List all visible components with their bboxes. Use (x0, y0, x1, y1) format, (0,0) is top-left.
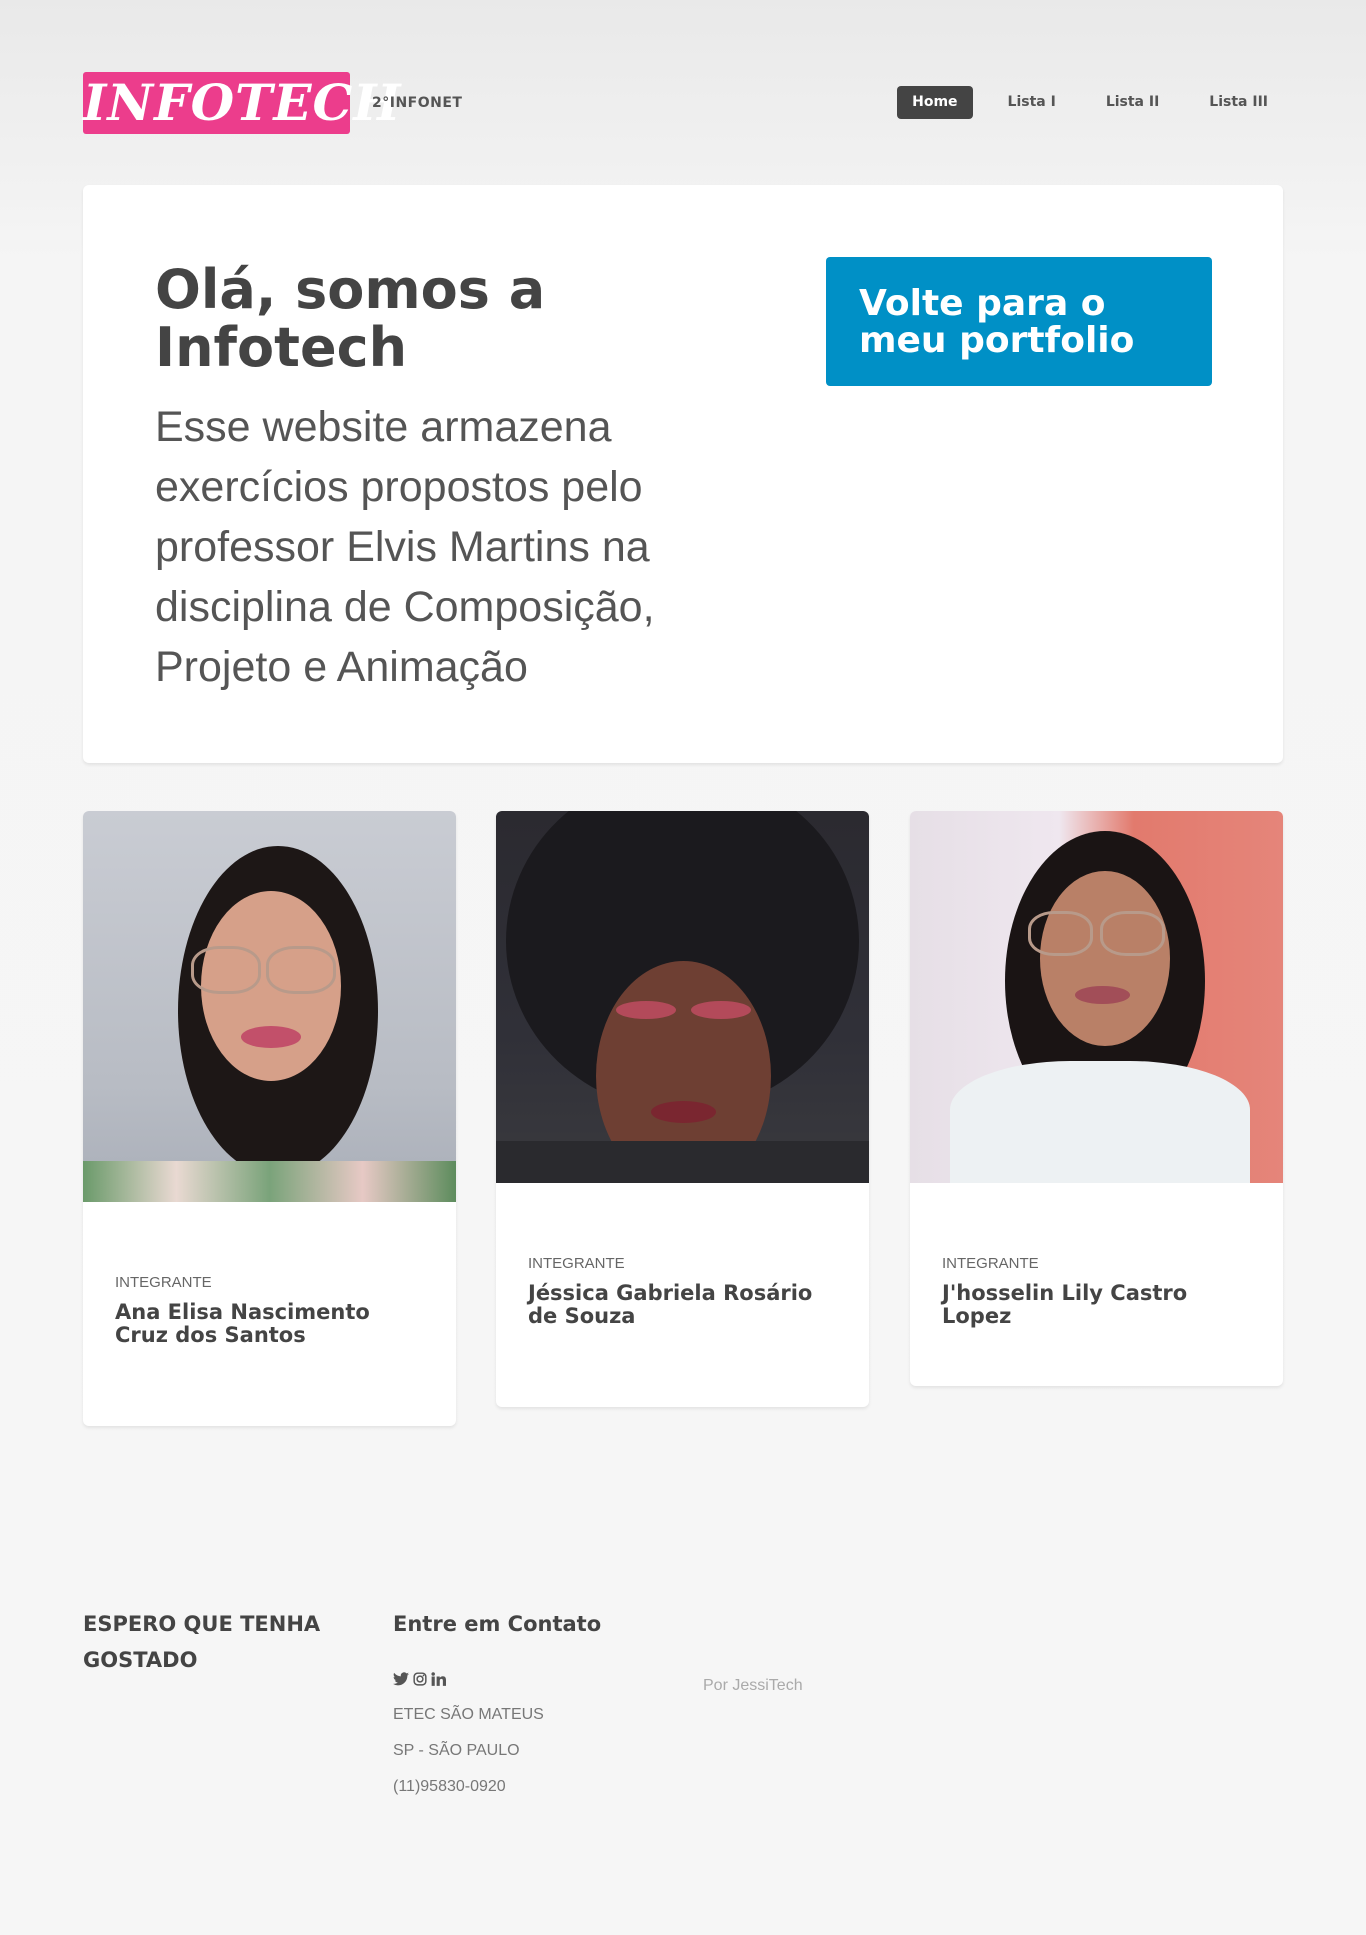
city-name: SP - SÃO PAULO (393, 1742, 520, 1759)
main-nav: Home Lista I Lista II Lista III (897, 86, 1283, 119)
credit-text: Por JessiTech (703, 1677, 803, 1694)
member-name: J'hosselin Lily Castro Lopez (942, 1281, 1188, 1328)
hero-panel: Olá, somos a Infotech Esse website armaz… (83, 185, 1283, 763)
member-photo (910, 811, 1283, 1183)
instagram-icon[interactable] (413, 1672, 427, 1690)
member-name: Jéssica Gabriela Rosário de Souza (528, 1281, 813, 1328)
contact-title: Entre em Contato (393, 1612, 602, 1636)
hero-title: Olá, somos a Infotech (155, 258, 546, 379)
member-card: INTEGRANTE J'hosselin Lily Castro Lopez (910, 811, 1283, 1386)
nav-lista-ii[interactable]: Lista II (1091, 86, 1174, 119)
logo[interactable]: INFOTECH (83, 72, 401, 134)
site-header: INFOTECH 2°INFONET Home Lista I Lista II… (83, 72, 1283, 136)
site-subtitle: 2°INFONET (372, 95, 463, 111)
member-name: Ana Elisa Nascimento Cruz dos Santos (115, 1300, 370, 1347)
member-photo (83, 811, 456, 1202)
phone-number: (11)95830-0920 (393, 1778, 506, 1795)
member-card: INTEGRANTE Ana Elisa Nascimento Cruz dos… (83, 811, 456, 1426)
twitter-icon[interactable] (393, 1672, 409, 1690)
member-role: INTEGRANTE (942, 1255, 1039, 1272)
portfolio-button[interactable]: Volte para o meu portfolio (826, 257, 1212, 386)
nav-lista-i[interactable]: Lista I (993, 86, 1071, 119)
member-role: INTEGRANTE (115, 1274, 212, 1291)
nav-home[interactable]: Home (897, 86, 973, 119)
hero-description: Esse website armazena exercícios propost… (155, 403, 655, 691)
member-card: INTEGRANTE Jéssica Gabriela Rosário de S… (496, 811, 869, 1407)
member-photo (496, 811, 869, 1183)
school-name: ETEC SÃO MATEUS (393, 1706, 544, 1723)
nav-lista-iii[interactable]: Lista III (1194, 86, 1283, 119)
linkedin-icon[interactable] (431, 1672, 446, 1690)
social-links (393, 1672, 446, 1690)
member-role: INTEGRANTE (528, 1255, 625, 1272)
footer-message: ESPERO QUE TENHA GOSTADO (83, 1612, 321, 1672)
